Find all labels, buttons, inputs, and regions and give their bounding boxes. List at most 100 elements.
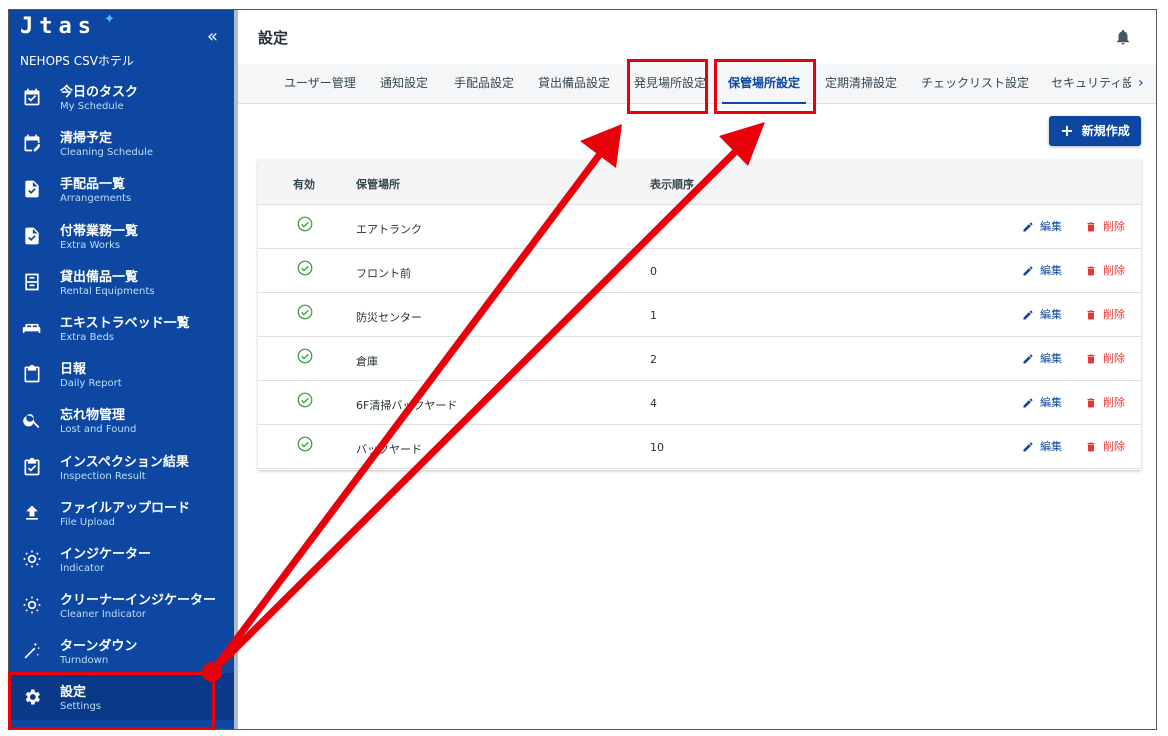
- edit-button[interactable]: 編集: [1022, 306, 1062, 322]
- bed-icon: [22, 323, 41, 333]
- sidebar-item-sublabel: Cleaner Indicator: [60, 609, 147, 621]
- sidebar-item-label: 設定: [60, 685, 87, 701]
- sidebar-item-label: 日報: [60, 362, 87, 378]
- order-cell: 4: [650, 397, 657, 410]
- tab-notification-settings[interactable]: 通知設定: [380, 64, 428, 104]
- tab-arrangement-settings[interactable]: 手配品設定: [454, 64, 514, 104]
- calendar-check-icon: [24, 88, 40, 106]
- pencil-icon: [1023, 222, 1033, 232]
- sidebar-item-sublabel: Daily Report: [60, 378, 122, 390]
- sidebar-item-extra-works[interactable]: 付帯業務一覧 Extra Works: [9, 212, 234, 258]
- sidebar-item-label: 清掃予定: [60, 131, 113, 147]
- sidebar-item-arrangements[interactable]: 手配品一覧 Arrangements: [9, 165, 234, 211]
- plus-icon: +: [1060, 121, 1074, 140]
- sidebar-item-daily-report[interactable]: 日報 Daily Report: [9, 350, 234, 396]
- sidebar-item-inspection-result[interactable]: インスペクション結果 Inspection Result: [9, 443, 234, 489]
- delete-label: 削除: [1103, 352, 1125, 365]
- pencil-icon: [1023, 266, 1033, 276]
- delete-button[interactable]: 削除: [1085, 218, 1125, 234]
- location-cell: 防災センター: [356, 311, 422, 324]
- edit-label: 編集: [1040, 352, 1062, 365]
- sidebar-item-lost-and-found[interactable]: 忘れ物管理 Lost and Found: [9, 396, 234, 442]
- sidebar-item-sublabel: Indicator: [60, 562, 105, 574]
- sidebar-item-file-upload[interactable]: ファイルアップロード File Upload: [9, 489, 234, 535]
- tab-user-management[interactable]: ユーザー管理: [284, 64, 356, 104]
- sidebar-item-sublabel: Arrangements: [60, 193, 132, 205]
- tab-security-settings[interactable]: セキュリティ設: [1051, 64, 1131, 104]
- tab-storage-location-settings[interactable]: 保管場所設定: [722, 64, 807, 104]
- sidebar-item-label: 手配品一覧: [60, 177, 126, 193]
- delete-label: 削除: [1103, 220, 1125, 233]
- sidebar-item-my-schedule[interactable]: 今日のタスク My Schedule: [9, 73, 234, 119]
- sidebar-item-indicator[interactable]: インジケーター Indicator: [9, 535, 234, 581]
- sidebar-item-label: 付帯業務一覧: [60, 223, 139, 239]
- sidebar-item-rental-equipments[interactable]: 貸出備品一覧 Rental Equipments: [9, 258, 234, 304]
- edit-label: 編集: [1040, 220, 1062, 233]
- check-circle-icon: [297, 304, 313, 320]
- delete-label: 削除: [1103, 440, 1125, 453]
- edit-label: 編集: [1040, 440, 1062, 453]
- main-content: 設定 ユーザー管理 通知設定 手配品設定 貸出備品設定 発見場所設定 保管場所設…: [238, 10, 1156, 729]
- gear-icon: [25, 689, 40, 705]
- bell-icon[interactable]: [1114, 26, 1132, 48]
- pencil-icon: [1023, 310, 1033, 320]
- sun-icon: [23, 596, 41, 614]
- pencil-icon: [1023, 398, 1033, 408]
- edit-button[interactable]: 編集: [1022, 350, 1062, 366]
- hotel-name: NEHOPS CSVホテル: [20, 54, 134, 68]
- sidebar-item-sublabel: Rental Equipments: [60, 285, 155, 297]
- location-cell: フロント前: [356, 267, 411, 280]
- delete-button[interactable]: 削除: [1085, 306, 1125, 322]
- sidebar-item-label: 忘れ物管理: [60, 408, 126, 424]
- sidebar-item-sublabel: File Upload: [60, 516, 115, 528]
- search-icon: [23, 414, 40, 429]
- column-header-location: 保管場所: [356, 178, 400, 191]
- sidebar-item-label: ファイルアップロード: [60, 500, 191, 516]
- tab-checklist-settings[interactable]: チェックリスト設定: [921, 64, 1029, 104]
- sidebar-item-label: 貸出備品一覧: [60, 269, 139, 285]
- file-check-icon: [25, 181, 39, 198]
- location-cell: エアトランク: [356, 223, 422, 236]
- edit-button[interactable]: 編集: [1022, 218, 1062, 234]
- check-circle-icon: [297, 216, 313, 232]
- column-header-order: 表示順序: [650, 178, 694, 191]
- chevron-right-icon[interactable]: ›: [1138, 75, 1144, 91]
- sidebar-item-cleaner-indicator[interactable]: クリーナーインジケーター Cleaner Indicator: [9, 581, 234, 627]
- collapse-sidebar-button[interactable]: «: [207, 26, 218, 47]
- tab-found-location-settings[interactable]: 発見場所設定: [634, 64, 706, 104]
- sidebar-nav: 今日のタスク My Schedule 清掃予定 Cleaning Schedul…: [9, 73, 234, 720]
- edit-button[interactable]: 編集: [1022, 394, 1062, 410]
- sidebar-item-turndown[interactable]: ターンダウン Turndown: [9, 627, 234, 673]
- clipboard-check-icon: [24, 457, 40, 475]
- tab-rental-equipment-settings[interactable]: 貸出備品設定: [538, 64, 610, 104]
- sidebar-item-extra-beds[interactable]: エキストラベッド一覧 Extra Beds: [9, 304, 234, 350]
- app-logo: Jtas: [20, 14, 97, 39]
- delete-button[interactable]: 削除: [1085, 350, 1125, 366]
- check-circle-icon: [297, 436, 313, 452]
- clipboard-icon: [24, 364, 40, 383]
- settings-tabs: ユーザー管理 通知設定 手配品設定 貸出備品設定 発見場所設定 保管場所設定 定…: [238, 64, 1156, 104]
- order-cell: 1: [650, 309, 657, 322]
- delete-button[interactable]: 削除: [1085, 438, 1125, 454]
- new-create-label: 新規作成: [1081, 124, 1130, 138]
- edit-label: 編集: [1040, 308, 1062, 321]
- magic-wand-icon: [24, 642, 40, 659]
- sidebar-item-settings[interactable]: 設定 Settings: [9, 673, 234, 720]
- delete-label: 削除: [1103, 396, 1125, 409]
- location-cell: 6F清掃バックヤード: [356, 399, 458, 412]
- edit-button[interactable]: 編集: [1022, 438, 1062, 454]
- sidebar-item-cleaning-schedule[interactable]: 清掃予定 Cleaning Schedule: [9, 119, 234, 165]
- sidebar-item-label: エキストラベッド一覧: [60, 315, 190, 331]
- trash-icon: [1087, 442, 1095, 452]
- delete-button[interactable]: 削除: [1085, 394, 1125, 410]
- new-create-button[interactable]: + 新規作成: [1049, 116, 1141, 146]
- sidebar-item-sublabel: Settings: [60, 701, 102, 713]
- table-row: 倉庫 2 編集 削除: [258, 337, 1141, 381]
- sidebar-item-sublabel: Extra Beds: [60, 331, 115, 343]
- location-cell: 倉庫: [356, 355, 378, 368]
- sidebar: Jtas ✦ NEHOPS CSVホテル « 今日のタスク My Schedul…: [9, 10, 234, 729]
- tab-periodic-cleaning-settings[interactable]: 定期清掃設定: [825, 64, 897, 104]
- edit-button[interactable]: 編集: [1022, 262, 1062, 278]
- delete-button[interactable]: 削除: [1085, 262, 1125, 278]
- sidebar-item-label: インスペクション結果: [60, 454, 189, 470]
